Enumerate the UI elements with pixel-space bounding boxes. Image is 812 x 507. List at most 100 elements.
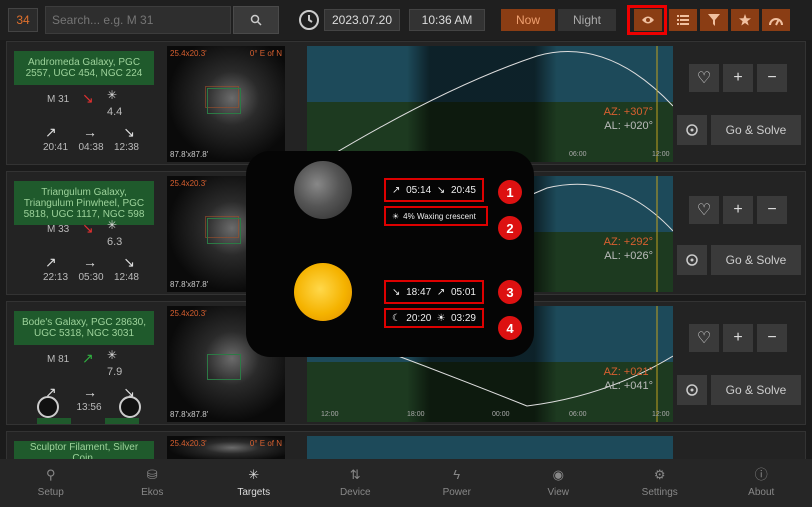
now-button[interactable]: Now [501, 9, 555, 31]
remove-button[interactable]: − [757, 324, 787, 352]
fov-label: 25.4x20.3' [170, 49, 207, 58]
annotation-badge: 4 [498, 316, 522, 340]
circumpolar-icon [119, 396, 141, 418]
rise-arrow-icon: ↗ [45, 124, 57, 140]
rise-time: 20:41 [43, 142, 69, 153]
image-size-label: 87.8'x87.8' [170, 410, 209, 419]
night-button[interactable]: Night [558, 9, 616, 31]
sun-moon-popup[interactable]: ↗ 05:14 ↘ 20:45 1 ☀ 4% Waxing crescent 2… [246, 151, 534, 357]
go-and-solve-button[interactable]: Go & Solve [711, 115, 801, 145]
add-button[interactable]: + [723, 324, 753, 352]
favorite-button[interactable]: ♡ [689, 64, 719, 92]
image-size-label: 87.8'x87.8' [170, 150, 209, 159]
target-row[interactable]: Sculptor Filament, Silver Coin, 25.4x20.… [6, 431, 806, 465]
altitude-readout: AL: +026° [604, 250, 653, 262]
set-arrow-icon: ↘ [123, 254, 135, 270]
plot-tick: 06:00 [569, 411, 587, 418]
moon-phase-box: ☀ 4% Waxing crescent [384, 206, 488, 226]
nav-label: About [748, 487, 775, 498]
altitude-readout: AL: +041° [604, 380, 653, 392]
dusk-time: 20:20 [406, 312, 432, 324]
ekos-icon: ⛁ [146, 467, 158, 482]
set-arrow-icon: ↘ [123, 124, 135, 140]
date-field[interactable]: 2023.07.20 [324, 9, 400, 31]
bottom-nav: ⚲ Setup ⛁ Ekos ✳ Targets ⇅ Device ϟ Power ◉ Vi… [0, 459, 812, 507]
annotation-badge: 3 [498, 280, 522, 304]
plot-tick: 12:00 [321, 411, 339, 418]
clock-icon[interactable] [297, 8, 321, 32]
sensor-frame [207, 88, 241, 114]
nav-label: Power [442, 487, 471, 498]
gear-icon: ⚙ [653, 467, 666, 482]
nav-device[interactable]: ⇅ Device [305, 459, 407, 507]
add-button[interactable]: + [723, 196, 753, 224]
rise-arrow-icon: ↗ [436, 286, 446, 298]
telescope-mode-button[interactable] [762, 9, 790, 31]
add-button[interactable]: + [723, 64, 753, 92]
rise-arrow-icon: ↗ [392, 184, 401, 196]
set-arrow-icon: ↘ [392, 286, 401, 298]
nav-about[interactable]: ⓘ About [711, 459, 812, 507]
fov-label: 25.4x20.3' [170, 439, 207, 448]
rise-arrow-icon: ↗ [45, 254, 57, 270]
crosshair-icon [686, 124, 698, 136]
trend-up-icon: ↗ [82, 350, 94, 366]
sun-image [294, 263, 352, 321]
transit-time: 05:30 [78, 272, 104, 283]
transit-arrow-icon: → [83, 254, 97, 270]
sensor-frame [207, 354, 241, 380]
nav-ekos[interactable]: ⛁ Ekos [102, 459, 204, 507]
moon-phase-text: 4% Waxing crescent [403, 211, 476, 221]
messier-id: M 81 [47, 354, 70, 365]
altitude-icon [769, 18, 783, 26]
moon-crescent-icon: ☾ [392, 312, 401, 324]
set-time: 12:48 [113, 272, 139, 283]
nav-power[interactable]: ϟ Power [406, 459, 508, 507]
magnitude-icon: ✳ [107, 218, 118, 232]
favorite-button[interactable]: ♡ [689, 324, 719, 352]
trend-down-icon: ↘ [82, 220, 94, 236]
favorites-button[interactable] [731, 9, 759, 31]
filter-button[interactable] [700, 9, 728, 31]
info-icon: ⓘ [754, 467, 768, 482]
target-row[interactable]: Andromeda Galaxy, PGC 2557, UGC 454, NGC… [6, 41, 806, 165]
plot-tick: 18:00 [407, 411, 425, 418]
altitude-curve [326, 46, 673, 162]
search-input[interactable] [45, 6, 231, 34]
target-thumbnail[interactable]: 25.4x20.3' 0° E of N 87.8'x87.8' [167, 46, 285, 162]
center-target-button[interactable] [677, 115, 707, 145]
go-and-solve-button[interactable]: Go & Solve [711, 375, 801, 405]
rise-set-times: 20:41 04:38 12:38 [43, 142, 139, 153]
search-button[interactable] [233, 6, 279, 34]
power-icon: ϟ [453, 467, 461, 482]
target-name[interactable]: Bode's Galaxy, PGC 28630, UGC 5318, NGC … [14, 311, 154, 345]
magnitude-value: 6.3 [107, 236, 123, 248]
visibility-bar [105, 418, 139, 424]
target-name[interactable]: Triangulum Galaxy, Triangulum Pinwheel, … [14, 181, 154, 225]
remove-button[interactable]: − [757, 64, 787, 92]
annotation-badge: 2 [498, 216, 522, 240]
list-button[interactable] [669, 9, 697, 31]
target-name[interactable]: Andromeda Galaxy, PGC 2557, UGC 454, NGC… [14, 51, 154, 85]
list-icon [677, 15, 689, 25]
nav-setup[interactable]: ⚲ Setup [0, 459, 102, 507]
rise-set-times: 22:13 05:30 12:48 [43, 272, 139, 283]
go-and-solve-button[interactable]: Go & Solve [711, 245, 801, 275]
center-target-button[interactable] [677, 375, 707, 405]
fov-label: 25.4x20.3' [170, 309, 207, 318]
remove-button[interactable]: − [757, 196, 787, 224]
messier-id: M 33 [47, 224, 70, 235]
favorite-button[interactable]: ♡ [689, 196, 719, 224]
transit-time: 13:56 [76, 401, 102, 413]
fov-label: 25.4x20.3' [170, 179, 207, 188]
plot-tick: 12:00 [652, 411, 670, 418]
search-icon [250, 14, 262, 26]
sun-small-icon: ☀ [392, 211, 400, 221]
moon-rise-time: 05:14 [406, 184, 432, 196]
nav-view[interactable]: ◉ View [508, 459, 610, 507]
nav-targets[interactable]: ✳ Targets [203, 459, 305, 507]
center-target-button[interactable] [677, 245, 707, 275]
nav-settings[interactable]: ⚙ Settings [609, 459, 711, 507]
set-arrow-icon: ↘ [436, 184, 446, 196]
time-field[interactable]: 10:36 AM [409, 9, 485, 31]
